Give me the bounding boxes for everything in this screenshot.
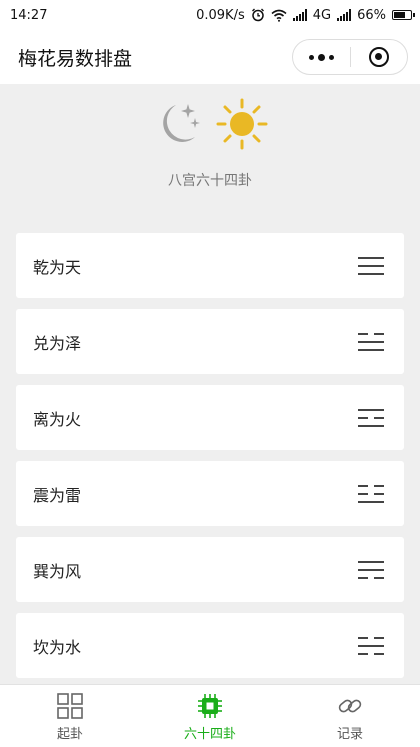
yin-line [358,416,384,419]
battery-percent: 66% [357,7,386,23]
hexagram-card[interactable]: 震为雷 [16,461,404,526]
hexagram-card[interactable]: 坎为水 [16,613,404,678]
tab-label: 六十四卦 [183,727,236,742]
page-title: 梅花易数排盘 [18,47,133,70]
signal-icon-2 [337,9,352,21]
hexagram-name: 震为雷 [33,485,82,505]
close-button[interactable] [351,40,408,74]
nav-bar: 梅花易数排盘 [0,30,420,84]
status-bar: 14:27 0.09K/s 4G 66% [0,0,420,30]
header-icons [0,98,420,150]
yang-line [358,644,384,647]
trigram-icon [358,560,384,579]
section-subtitle: 八宫六十四卦 [168,173,252,189]
tab-records[interactable]: 记录 [280,685,420,747]
yin-line [358,332,384,335]
hexagram-card[interactable]: 兑为泽 [16,309,404,374]
hexagram-name: 兑为泽 [33,333,82,353]
yin-line [358,576,384,579]
tab-64-hexagrams[interactable]: 六十四卦 [140,685,280,747]
moon-stars-icon [163,104,200,142]
mini-program-capsule [292,39,408,75]
hexagram-name: 离为火 [33,409,82,429]
hexagram-list: 乾为天兑为泽离为火震为雷巽为风坎为水 [16,233,404,689]
close-target-icon [368,47,389,67]
network-type: 4G [312,7,332,23]
more-dots-icon [308,53,334,61]
wifi-icon [271,9,287,22]
hexagram-card[interactable]: 巽为风 [16,537,404,602]
signal-icon [292,9,307,21]
yang-line [358,560,384,563]
hexagram-name: 巽为风 [33,561,82,581]
trigram-icon [358,408,384,427]
status-time: 14:27 [10,7,48,23]
network-speed: 0.09K/s [196,7,245,23]
yang-line [358,348,384,351]
yang-line [358,340,384,343]
hexagram-name: 乾为天 [33,257,82,277]
yin-line [358,492,384,495]
hexagram-card[interactable]: 离为火 [16,385,404,450]
yang-line [358,408,384,411]
status-indicators: 0.09K/s 4G 66% [196,7,415,23]
grid-icon [57,693,83,719]
yang-line [358,568,384,571]
yang-line [358,272,384,275]
tab-qigua[interactable]: 起卦 [0,685,140,747]
yang-line [358,424,384,427]
trigram-icon [358,256,384,275]
hexagram-name: 坎为水 [33,637,82,657]
hexagram-card[interactable]: 乾为天 [16,233,404,298]
yang-line [358,500,384,503]
chip-icon [198,694,222,718]
yang-line [358,256,384,259]
trigram-icon [358,332,384,351]
yang-line [358,264,384,267]
tab-label: 起卦 [56,727,83,742]
battery-icon [392,10,415,20]
tab-label: 记录 [336,727,363,742]
trigram-icon [358,636,384,655]
tab-bar: 起卦 六十四卦 记录 [0,684,420,747]
trigram-icon [358,484,384,503]
sun-icon [216,98,268,150]
more-button[interactable] [293,40,350,74]
header-area: 八宫六十四卦 [0,84,420,224]
link-icon [338,699,362,713]
yin-line [358,652,384,655]
yin-line [358,636,384,639]
alarm-icon [251,8,264,22]
yin-line [358,484,384,487]
